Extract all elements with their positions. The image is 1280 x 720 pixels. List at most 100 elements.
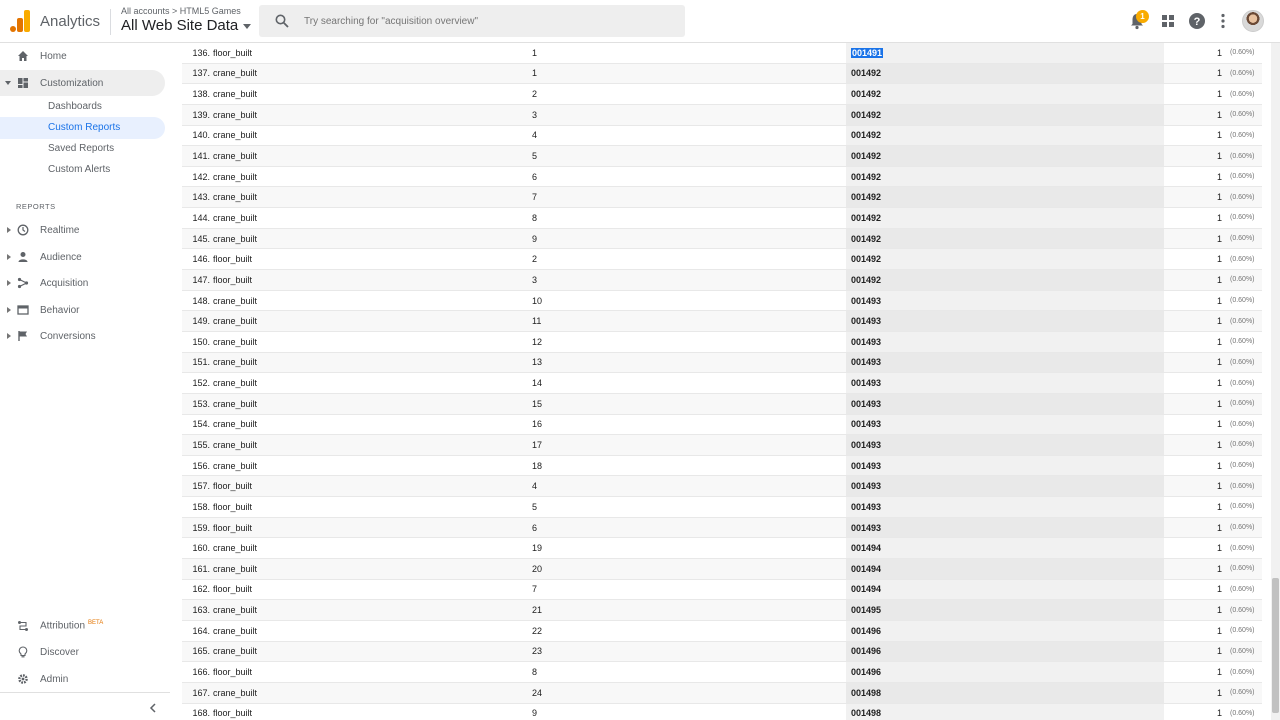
- event-name-link[interactable]: crane_built: [213, 456, 257, 476]
- event-name-link[interactable]: crane_built: [213, 167, 257, 187]
- help-icon[interactable]: ?: [1188, 12, 1206, 30]
- svg-text:?: ?: [1194, 16, 1201, 28]
- metric-value-cell-text: 1: [1216, 295, 1222, 306]
- metric-percent-cell: (0.60%): [1230, 249, 1255, 269]
- nav-conversions[interactable]: Conversions: [0, 323, 165, 349]
- metric-value-cell: 1: [1164, 64, 1222, 84]
- row-index-text: 149.: [192, 316, 210, 327]
- code-cell: 001498: [846, 682, 1164, 703]
- event-name-link[interactable]: floor_built: [213, 249, 252, 269]
- metric-value-cell-text: 1: [1216, 357, 1222, 368]
- metric-percent-cell: (0.60%): [1230, 415, 1255, 435]
- clock-icon: [17, 224, 29, 236]
- event-name-link[interactable]: floor_built: [213, 580, 252, 600]
- event-name-link-text: crane_built: [213, 233, 258, 244]
- nav-audience[interactable]: Audience: [0, 244, 165, 270]
- metric-value-cell-text: 1: [1216, 543, 1222, 554]
- event-label-cell-text: 8: [532, 667, 538, 678]
- code-cell-text: 001493: [851, 398, 882, 409]
- view-selector[interactable]: All Web Site Data: [121, 17, 252, 34]
- code-cell: 001493: [846, 352, 1164, 373]
- search-bar[interactable]: [259, 5, 685, 37]
- nav-custom-reports[interactable]: Custom Reports: [0, 117, 165, 139]
- event-name-link[interactable]: crane_built: [213, 621, 257, 641]
- nav-customization[interactable]: Customization: [0, 70, 165, 96]
- nav-acquisition[interactable]: Acquisition: [0, 270, 165, 296]
- event-name-link[interactable]: crane_built: [213, 187, 257, 207]
- nav-attribution[interactable]: Attribution BETA: [0, 613, 165, 639]
- event-name-link[interactable]: crane_built: [213, 559, 257, 579]
- analytics-logo-icon[interactable]: [10, 10, 30, 32]
- event-name-link[interactable]: floor_built: [213, 43, 252, 63]
- event-name-link[interactable]: crane_built: [213, 208, 257, 228]
- nav-behavior[interactable]: Behavior: [0, 297, 165, 323]
- table-row: 157. floor_built 4 001493 1 (0.60%): [182, 476, 1262, 498]
- event-name-link[interactable]: floor_built: [213, 662, 252, 682]
- vertical-scrollbar[interactable]: [1271, 43, 1280, 720]
- nav-discover[interactable]: Discover: [0, 639, 165, 665]
- row-index: 157.: [186, 476, 210, 496]
- event-name-link[interactable]: crane_built: [213, 435, 257, 455]
- event-name-link-text: crane_built: [213, 543, 258, 554]
- search-input[interactable]: [304, 15, 664, 27]
- scrollbar-thumb[interactable]: [1272, 578, 1279, 713]
- metric-percent-cell: (0.60%): [1230, 476, 1255, 496]
- event-label-cell: 15: [532, 394, 542, 414]
- metric-percent-cell-text: (0.60%): [1230, 709, 1255, 717]
- metric-value-cell: 1: [1164, 249, 1222, 269]
- apps-grid-icon[interactable]: [1159, 12, 1177, 30]
- event-name-link[interactable]: floor_built: [213, 518, 252, 538]
- event-name-link[interactable]: floor_built: [213, 270, 252, 290]
- event-name-link-text: floor_built: [213, 584, 253, 595]
- nav-admin[interactable]: Admin: [0, 666, 165, 692]
- event-name-link[interactable]: crane_built: [213, 353, 257, 373]
- event-name-link[interactable]: crane_built: [213, 105, 257, 125]
- table-row: 140. crane_built 4 001492 1 (0.60%): [182, 125, 1262, 147]
- metric-percent-cell: (0.60%): [1230, 353, 1255, 373]
- event-name-link[interactable]: crane_built: [213, 64, 257, 84]
- event-label-cell-text: 22: [532, 625, 543, 636]
- event-name-link[interactable]: crane_built: [213, 538, 257, 558]
- event-name-link[interactable]: crane_built: [213, 600, 257, 620]
- user-avatar[interactable]: [1242, 10, 1264, 32]
- event-name-link[interactable]: floor_built: [213, 704, 252, 720]
- event-name-link[interactable]: floor_built: [213, 476, 252, 496]
- row-index: 144.: [186, 208, 210, 228]
- event-name-link[interactable]: crane_built: [213, 373, 257, 393]
- event-name-link[interactable]: crane_built: [213, 642, 257, 662]
- nav-saved-reports[interactable]: Saved Reports: [0, 138, 165, 160]
- event-name-link[interactable]: crane_built: [213, 146, 257, 166]
- event-name-link[interactable]: crane_built: [213, 126, 257, 146]
- table-row: 136. floor_built 1 001491 1 (0.60%): [182, 43, 1262, 64]
- code-cell: 001492: [846, 104, 1164, 125]
- nav-dashboards[interactable]: Dashboards: [0, 96, 165, 118]
- event-label-cell-text: 24: [532, 687, 543, 698]
- row-index: 147.: [186, 270, 210, 290]
- event-name-link[interactable]: crane_built: [213, 311, 257, 331]
- event-name-link[interactable]: crane_built: [213, 683, 257, 703]
- event-name-link[interactable]: crane_built: [213, 332, 257, 352]
- nav-home[interactable]: Home: [0, 43, 165, 69]
- event-name-link-text: crane_built: [213, 357, 258, 368]
- code-cell-text: 001492: [851, 171, 882, 182]
- code-cell: 001493: [846, 373, 1164, 393]
- code-cell: 001493: [846, 497, 1164, 517]
- account-breadcrumb[interactable]: All accounts > HTML5 Games: [121, 6, 241, 16]
- event-name-link[interactable]: crane_built: [213, 415, 257, 435]
- event-name-link[interactable]: floor_built: [213, 497, 252, 517]
- event-name-link[interactable]: crane_built: [213, 84, 257, 104]
- metric-value-cell-text: 1: [1216, 151, 1222, 162]
- event-name-link[interactable]: crane_built: [213, 229, 257, 249]
- nav-realtime[interactable]: Realtime: [0, 217, 165, 243]
- event-name-link[interactable]: crane_built: [213, 394, 257, 414]
- code-cell-text: 001492: [851, 68, 882, 79]
- nav-custom-alerts[interactable]: Custom Alerts: [0, 159, 165, 181]
- chevron-left-icon[interactable]: [148, 703, 158, 713]
- more-vert-icon[interactable]: [1214, 12, 1232, 30]
- metric-percent-cell-text: (0.60%): [1230, 235, 1255, 243]
- metric-value-cell: 1: [1164, 683, 1222, 703]
- event-name-link[interactable]: crane_built: [213, 291, 257, 311]
- code-cell: 001492: [846, 146, 1164, 166]
- metric-percent-cell-text: (0.60%): [1230, 565, 1255, 573]
- metric-percent-cell-text: (0.60%): [1230, 90, 1255, 98]
